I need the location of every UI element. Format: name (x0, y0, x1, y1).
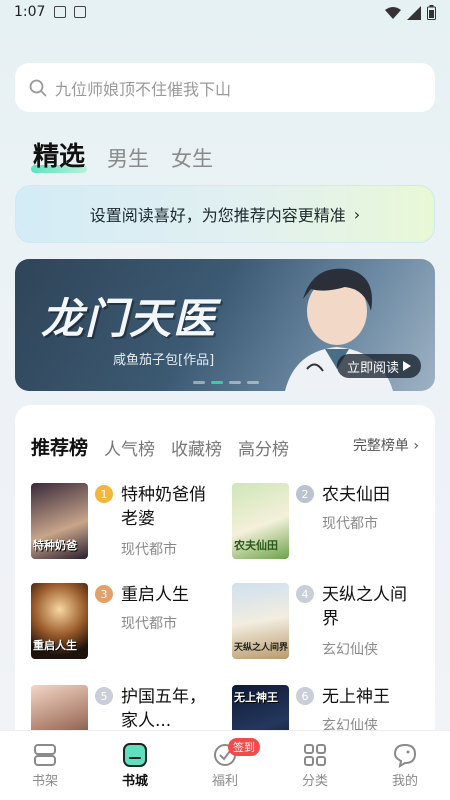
cover-title: 农夫仙田 (234, 539, 278, 552)
full-ranking-link[interactable]: 完整榜单 › (353, 435, 419, 455)
nav-label: 我的 (391, 774, 418, 789)
read-now-label: 立即阅读 (346, 360, 399, 376)
tab-recommended[interactable]: 推荐榜 (31, 433, 88, 460)
nav-label: 福利 (211, 774, 238, 789)
book-category: 现代都市 (121, 616, 177, 632)
ranking-card: 推荐榜 人气榜 收藏榜 高分榜 完整榜单 › 特种奶爸 1 特种奶爸俏老婆 现代… (15, 405, 435, 761)
rank-medal-icon: 2 (296, 485, 314, 503)
status-bar: 1:07 (0, 0, 450, 26)
book-category: 玄幻仙侠 (322, 642, 378, 658)
rank-medal-icon: 4 (296, 585, 314, 603)
book-category: 现代都市 (322, 516, 378, 532)
sign-in-badge: 签到 (228, 738, 260, 756)
chevron-right-icon: › (353, 204, 361, 224)
full-ranking-label: 完整榜单 (352, 438, 409, 454)
book-item[interactable]: 农夫仙田 2 农夫仙田 现代都市 (232, 483, 422, 573)
tab-popular[interactable]: 人气榜 (104, 435, 155, 460)
bottom-navigation: 书架 书城 签到 福利 分类 我的 (0, 730, 450, 800)
app-notification-icon (74, 6, 86, 18)
banner-dot-active[interactable] (211, 381, 223, 384)
book-cover: 天纵之人间界 (232, 583, 289, 659)
banner-author: 咸鱼茄子包[作品] (113, 353, 215, 368)
ranking-tabs: 推荐榜 人气榜 收藏榜 高分榜 (31, 433, 289, 460)
book-title: 天纵之人间界 (322, 585, 407, 629)
rank-medal-icon: 6 (296, 687, 314, 705)
tab-male[interactable]: 男生 (107, 143, 149, 173)
nav-label: 书架 (31, 774, 58, 789)
book-title: 特种奶爸俏老婆 (121, 485, 206, 529)
cover-title: 重启人生 (33, 639, 77, 652)
banner-title: 龙门天医 (41, 294, 218, 343)
tab-featured[interactable]: 精选 (30, 136, 88, 173)
book-title: 无上神王 (322, 687, 390, 707)
search-placeholder: 九位师娘顶不住催我下山 (55, 79, 232, 99)
book-item[interactable]: 天纵之人间界 4 天纵之人间界 玄幻仙侠 (232, 583, 422, 673)
banner-dot[interactable] (247, 381, 259, 384)
bookshelf-icon (34, 744, 56, 766)
bookstore-icon (123, 743, 147, 767)
banner-dot[interactable] (193, 381, 205, 384)
profile-icon (393, 743, 417, 768)
rank-medal-icon: 1 (95, 485, 113, 503)
search-bar[interactable]: 九位师娘顶不住催我下山 (15, 63, 435, 112)
nav-bookshelf[interactable]: 书架 (10, 742, 80, 789)
tab-high-score[interactable]: 高分榜 (238, 435, 289, 460)
search-icon (29, 79, 47, 96)
book-title: 护国五年，家人... (121, 687, 206, 731)
battery-icon (427, 5, 436, 20)
nav-label: 书城 (121, 774, 148, 789)
reading-preference-bar[interactable]: 设置阅读喜好，为您推荐内容更精准 › (15, 185, 435, 243)
nav-label: 分类 (301, 774, 328, 789)
book-title: 重启人生 (121, 585, 189, 605)
nav-bookstore[interactable]: 书城 (100, 742, 170, 789)
featured-banner[interactable]: 龙门天医 咸鱼茄子包[作品] 立即阅读 (15, 259, 435, 391)
nav-welfare[interactable]: 签到 福利 (190, 738, 260, 789)
rank-medal-icon: 3 (95, 585, 113, 603)
book-title: 农夫仙田 (322, 485, 390, 505)
cover-title: 无上神王 (234, 691, 278, 704)
signal-icon (407, 5, 421, 20)
book-cover: 重启人生 (31, 583, 88, 659)
image-notification-icon (54, 6, 66, 18)
book-cover: 农夫仙田 (232, 483, 289, 559)
rank-medal-icon: 5 (95, 687, 113, 705)
cover-title: 天纵之人间界 (234, 643, 289, 653)
category-grid-icon (304, 744, 326, 766)
book-category: 现代都市 (121, 542, 177, 558)
nav-profile[interactable]: 我的 (370, 742, 440, 789)
nav-category[interactable]: 分类 (280, 742, 350, 789)
cover-title: 特种奶爸 (33, 539, 77, 552)
book-item[interactable]: 特种奶爸 1 特种奶爸俏老婆 现代都市 (31, 483, 221, 573)
status-time: 1:07 (14, 4, 46, 20)
read-now-button[interactable]: 立即阅读 (336, 354, 421, 378)
tab-favorites[interactable]: 收藏榜 (171, 435, 222, 460)
play-arrow-icon (403, 361, 411, 371)
banner-pagination (193, 381, 259, 384)
banner-dot[interactable] (229, 381, 241, 384)
channel-tabs: 精选 男生 女生 (30, 136, 213, 173)
preference-text: 设置阅读喜好，为您推荐内容更精准 (89, 206, 346, 225)
chevron-right-icon: › (413, 438, 419, 454)
wifi-icon (385, 6, 401, 19)
book-item[interactable]: 重启人生 3 重启人生 现代都市 (31, 583, 221, 673)
book-cover: 特种奶爸 (31, 483, 88, 559)
tab-female[interactable]: 女生 (171, 143, 213, 173)
